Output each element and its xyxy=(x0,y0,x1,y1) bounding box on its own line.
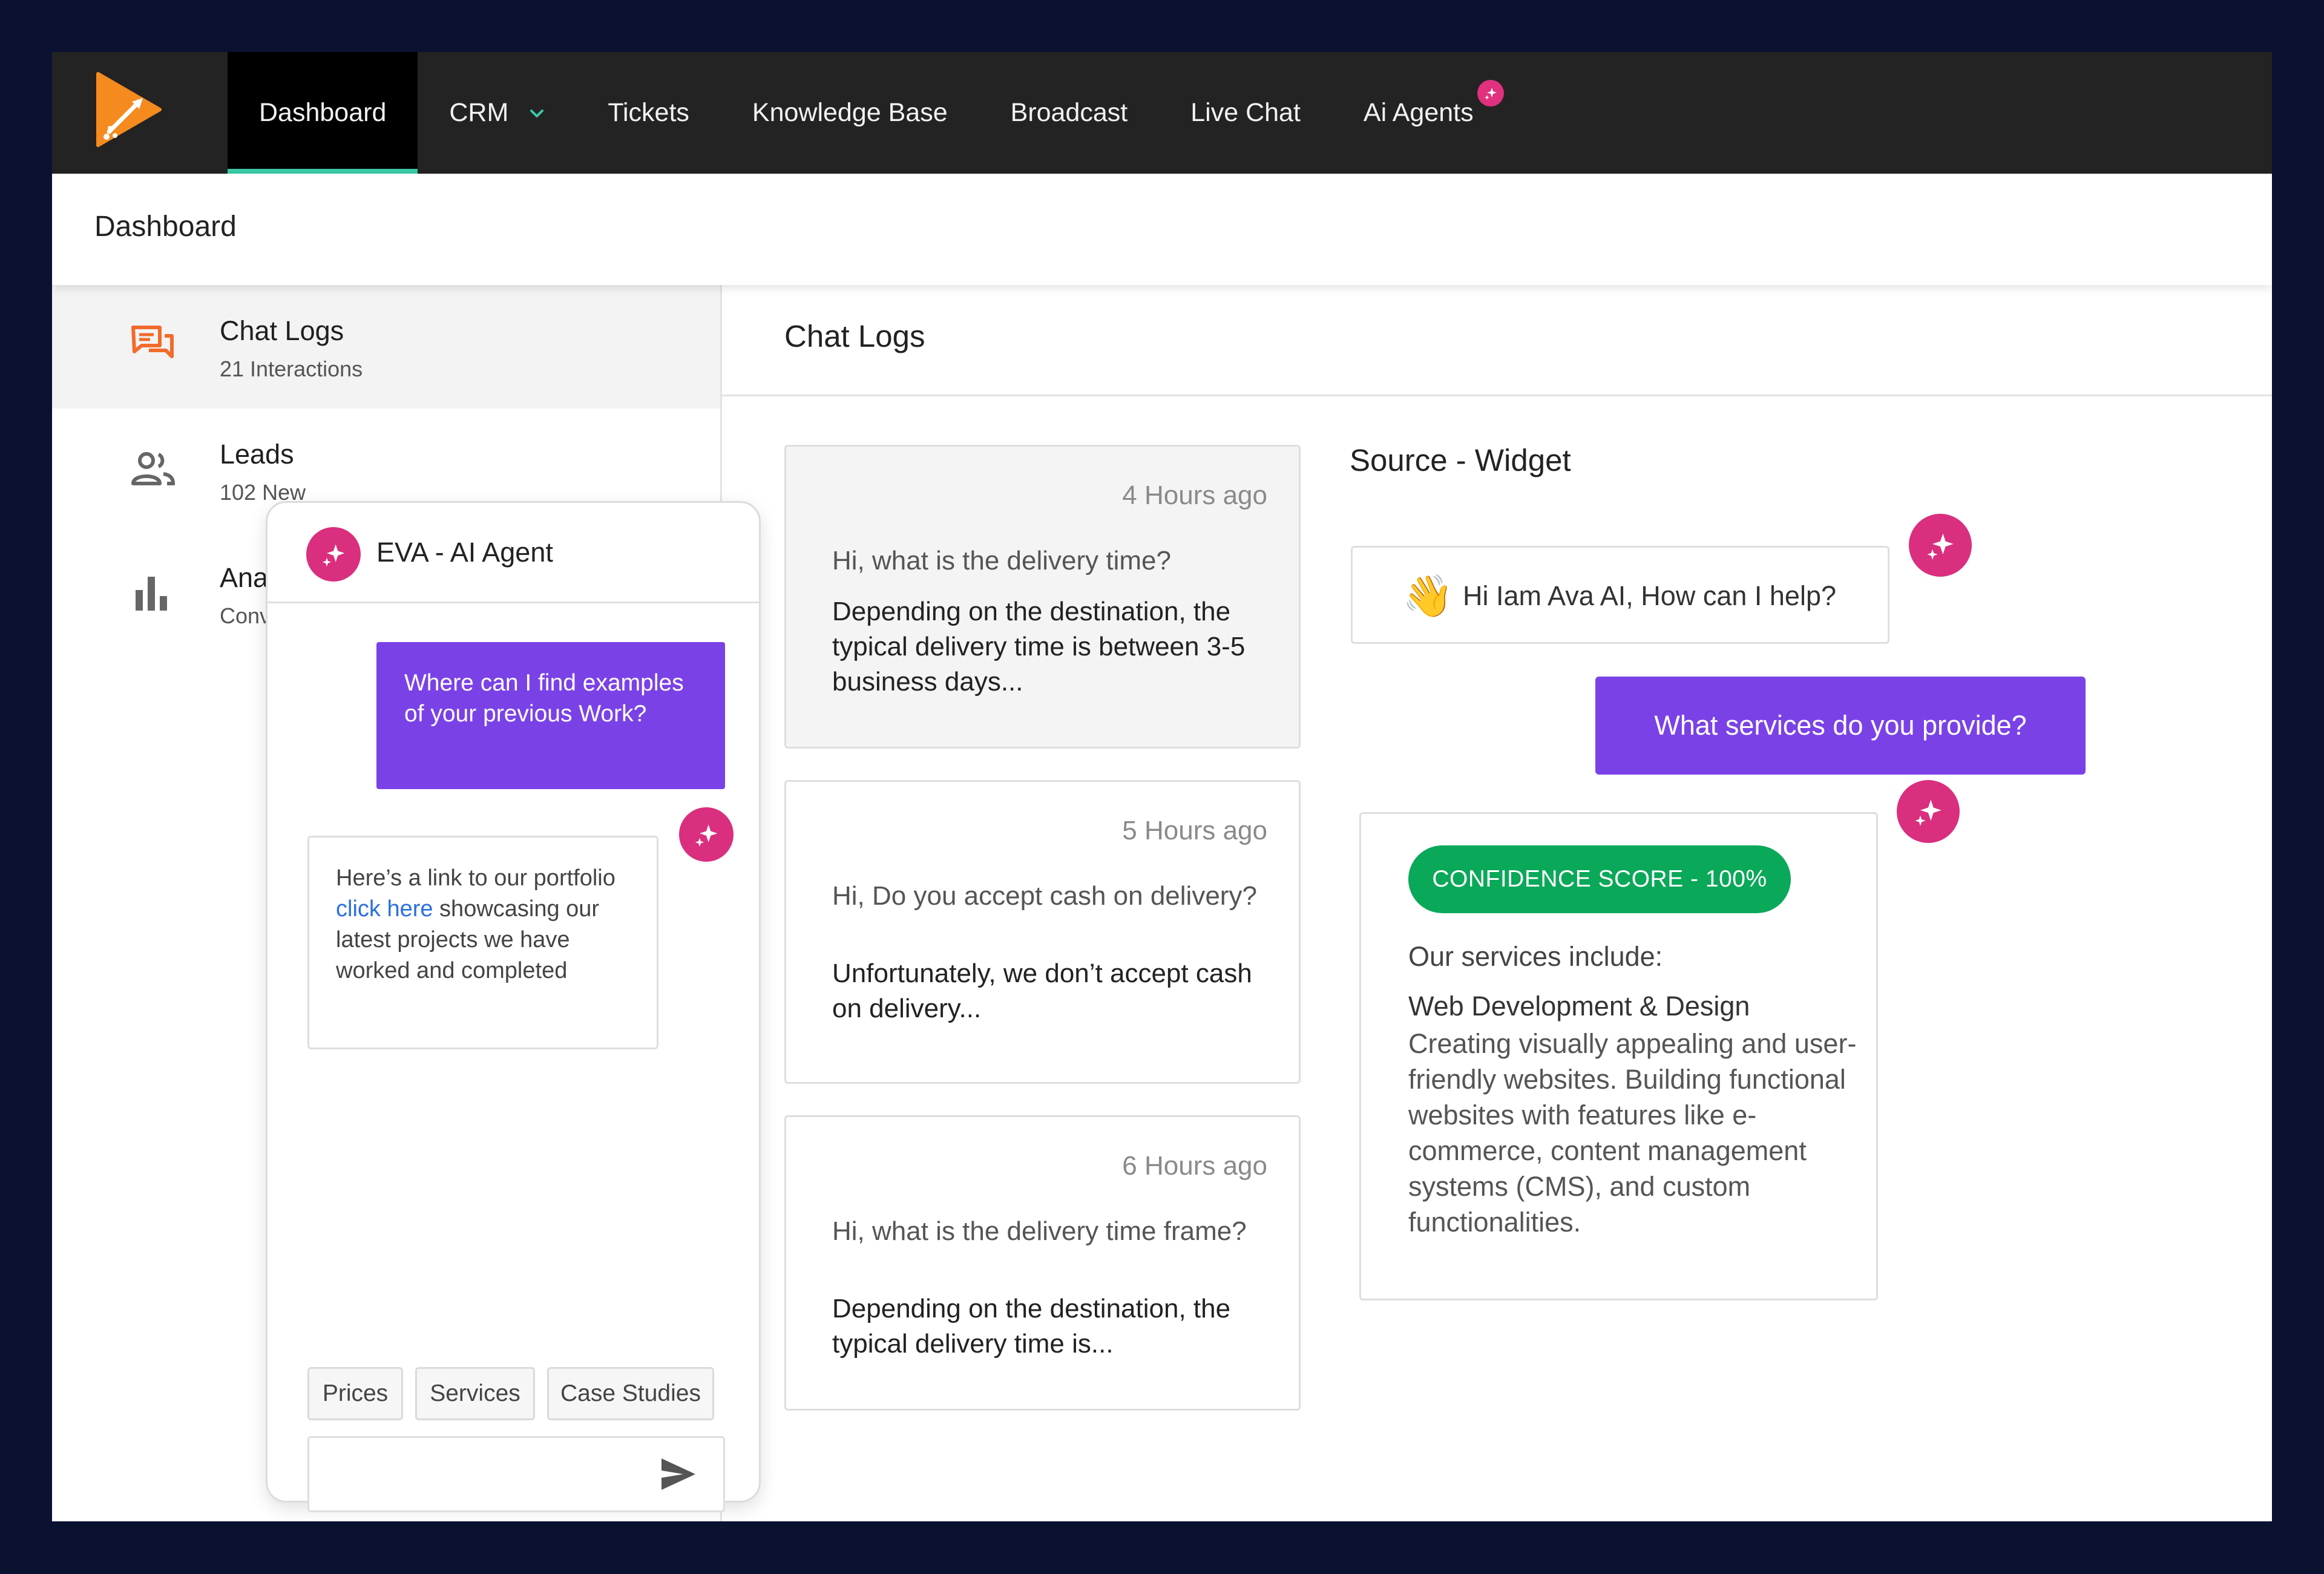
nav-tab-label: Ai Agents xyxy=(1363,98,1474,127)
quick-reply-services[interactable]: Services xyxy=(415,1367,535,1420)
nav-tab-knowledge-base[interactable]: Knowledge Base xyxy=(721,52,979,174)
log-timestamp: 4 Hours ago xyxy=(1122,480,1267,510)
nav-tab-live-chat[interactable]: Live Chat xyxy=(1159,52,1332,174)
message-input[interactable] xyxy=(321,1450,638,1500)
quick-reply-prices[interactable]: Prices xyxy=(307,1367,403,1420)
greeting-message: 👋 Hi Iam Ava AI, How can I help? xyxy=(1351,546,1889,644)
sidebar-item-subtitle: 21 Interactions xyxy=(220,356,363,381)
agent-header: EVA - AI Agent xyxy=(268,503,759,603)
log-question: Hi, Do you accept cash on delivery? xyxy=(832,881,1257,911)
section-title: Chat Logs xyxy=(784,319,925,353)
ai-agent-chat-widget: EVA - AI Agent Where can I find examples… xyxy=(266,501,761,1512)
answer-body: Creating visually appealing and user-fri… xyxy=(1408,1028,1857,1238)
log-question: Hi, what is the delivery time? xyxy=(832,546,1171,575)
log-answer: Depending on the destination, the typica… xyxy=(832,597,1246,697)
log-timestamp: 6 Hours ago xyxy=(1122,1151,1267,1181)
ai-sparkle-icon xyxy=(679,807,734,862)
page-title: Dashboard xyxy=(94,211,237,243)
ai-sparkle-icon xyxy=(306,527,361,582)
user-message-bubble: What services do you provide? xyxy=(1595,677,2086,775)
chat-log-card[interactable]: 5 Hours ago Hi, Do you accept cash on de… xyxy=(784,780,1301,1084)
sidebar-item-title: Leads xyxy=(220,439,294,470)
greeting-text: Hi Iam Ava AI, How can I help? xyxy=(1463,580,1836,611)
ai-sparkle-icon xyxy=(1897,780,1960,843)
sidebar-item-chat-logs[interactable]: Chat Logs 21 Interactions xyxy=(52,285,720,408)
nav-tab-crm[interactable]: CRM xyxy=(418,52,576,174)
answer-subheading: Web Development & Design xyxy=(1408,991,1750,1021)
waving-hand-icon: 👋 xyxy=(1402,573,1454,619)
log-answer: Unfortunately, we don’t accept cash on d… xyxy=(832,959,1252,1023)
confidence-score-badge: CONFIDENCE SCORE - 100% xyxy=(1408,845,1791,913)
nav-tab-label: CRM xyxy=(449,98,509,127)
top-navigation: Dashboard CRM Tickets Knowledge Base Bro… xyxy=(52,52,2272,174)
nav-tab-dashboard[interactable]: Dashboard xyxy=(228,52,418,174)
portfolio-link[interactable]: click here xyxy=(336,896,433,922)
quick-reply-case-studies[interactable]: Case Studies xyxy=(547,1367,714,1420)
page-header: Dashboard xyxy=(52,174,2272,285)
user-message-bubble: Where can I find examples of your previo… xyxy=(376,642,725,789)
ai-sparkle-icon xyxy=(1909,514,1972,577)
log-timestamp: 5 Hours ago xyxy=(1122,816,1267,845)
nav-tab-label: Tickets xyxy=(608,98,689,127)
divider xyxy=(722,395,2272,396)
chat-log-card[interactable]: 4 Hours ago Hi, what is the delivery tim… xyxy=(784,445,1301,749)
nav-tab-broadcast[interactable]: Broadcast xyxy=(979,52,1160,174)
nav-tab-label: Dashboard xyxy=(259,98,387,127)
answer-heading: Our services include: xyxy=(1408,941,1663,972)
nav-tab-label: Live Chat xyxy=(1190,98,1301,127)
nav-tab-ai-agents[interactable]: Ai Agents xyxy=(1332,52,1517,174)
agent-reply-bubble: Here’s a link to our portfolio click her… xyxy=(307,836,658,1049)
sparkle-icon xyxy=(1477,80,1504,107)
bar-chart-icon xyxy=(136,577,167,611)
nav-tab-label: Broadcast xyxy=(1010,98,1128,127)
sidebar-item-title: Chat Logs xyxy=(220,315,344,346)
reply-text: Here’s a link to our portfolio xyxy=(336,865,615,891)
ai-answer-card: CONFIDENCE SCORE - 100% Our services inc… xyxy=(1359,812,1878,1300)
chevron-down-icon xyxy=(530,109,544,117)
message-composer xyxy=(307,1436,725,1512)
play-logo-icon xyxy=(96,72,162,147)
log-question: Hi, what is the delivery time frame? xyxy=(832,1216,1247,1246)
brand-logo[interactable] xyxy=(52,52,228,174)
chat-bubbles-icon xyxy=(131,326,174,358)
send-icon[interactable] xyxy=(659,1456,698,1492)
nav-tab-label: Knowledge Base xyxy=(752,98,948,127)
app-window: Dashboard CRM Tickets Knowledge Base Bro… xyxy=(52,52,2272,1521)
agent-name: EVA - AI Agent xyxy=(376,537,553,568)
nav-tab-tickets[interactable]: Tickets xyxy=(576,52,721,174)
people-icon xyxy=(131,452,176,485)
chat-log-card[interactable]: 6 Hours ago Hi, what is the delivery tim… xyxy=(784,1115,1301,1411)
source-title: Source - Widget xyxy=(1350,443,1571,477)
log-answer: Depending on the destination, the typica… xyxy=(832,1294,1231,1359)
